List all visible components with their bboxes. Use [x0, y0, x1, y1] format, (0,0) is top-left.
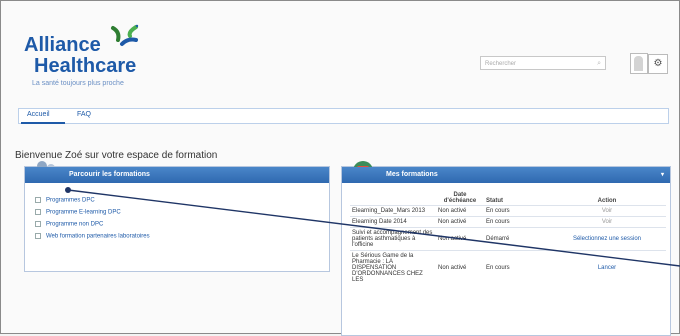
callout-pointer — [65, 187, 680, 267]
